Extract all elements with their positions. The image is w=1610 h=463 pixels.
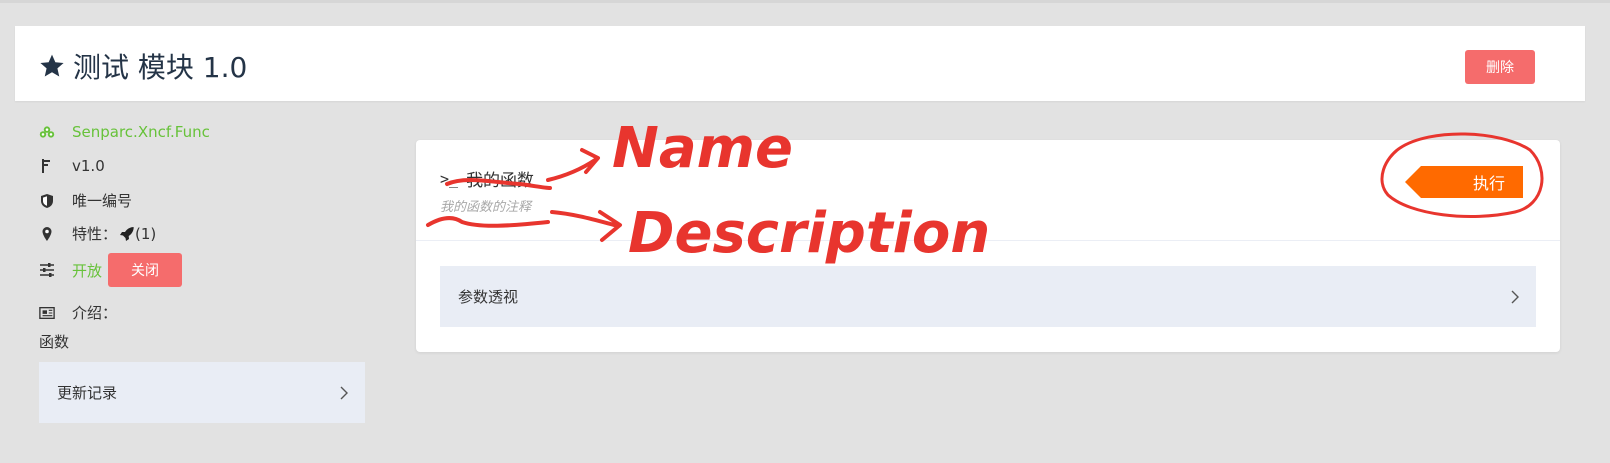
page-header: 测试 模块 1.0 删除 [15,26,1585,101]
unique-id-row: 唯一编号 [39,190,132,211]
version-text: v1.0 [72,157,105,175]
version-row: v1.0 [39,157,105,175]
module-link-row[interactable]: Senparc.Xncf.Func [39,123,210,141]
terminal-icon: >_ [440,169,459,188]
execute-label: 执行 [1472,174,1505,193]
unique-id-label: 唯一编号 [72,192,133,210]
execute-button-shape [1405,166,1523,198]
page-title-text: 测试 模块 1.0 [73,51,248,84]
features-label: 特性： [72,225,118,243]
intro-row: 介绍： [39,302,117,323]
execute-button[interactable]: 执行 [1405,166,1523,198]
rocket-icon [119,226,135,242]
function-name-row: >_ 我的函数 [440,166,535,192]
close-button[interactable]: 关闭 [108,253,183,287]
params-collapse[interactable]: 参数透视 [440,266,1536,327]
top-divider [0,0,1610,3]
intro-label: 介绍： [72,304,118,322]
function-description: 我的函数的注释 [440,200,532,215]
chevron-right-icon [340,386,348,399]
branch-icon [39,158,55,174]
delete-button[interactable]: 删除 [1465,50,1535,84]
function-card: >_ 我的函数 我的函数的注释 执行 参数透视 [416,140,1560,352]
newspaper-icon [39,305,55,321]
star-icon [40,54,64,77]
open-status: 开放 [72,261,103,280]
intro-text: 函数 [39,333,70,351]
features-row: 特性： (1) [39,223,156,244]
changelog-collapse[interactable]: 更新记录 [39,362,365,423]
features-count: (1) [135,224,157,243]
function-name: 我的函数 [466,171,535,191]
shield-icon [39,193,55,209]
cubes-icon [39,124,55,140]
function-card-header: >_ 我的函数 我的函数的注释 执行 [416,140,1560,241]
chevron-right-icon [1511,290,1519,303]
params-label: 参数透视 [458,288,519,306]
status-row: 开放 关闭 [39,253,183,287]
changelog-label: 更新记录 [57,384,118,402]
map-pin-icon [39,226,55,242]
sliders-icon [39,262,55,278]
page-title: 测试 模块 1.0 [39,46,247,86]
module-link-text[interactable]: Senparc.Xncf.Func [72,123,210,141]
